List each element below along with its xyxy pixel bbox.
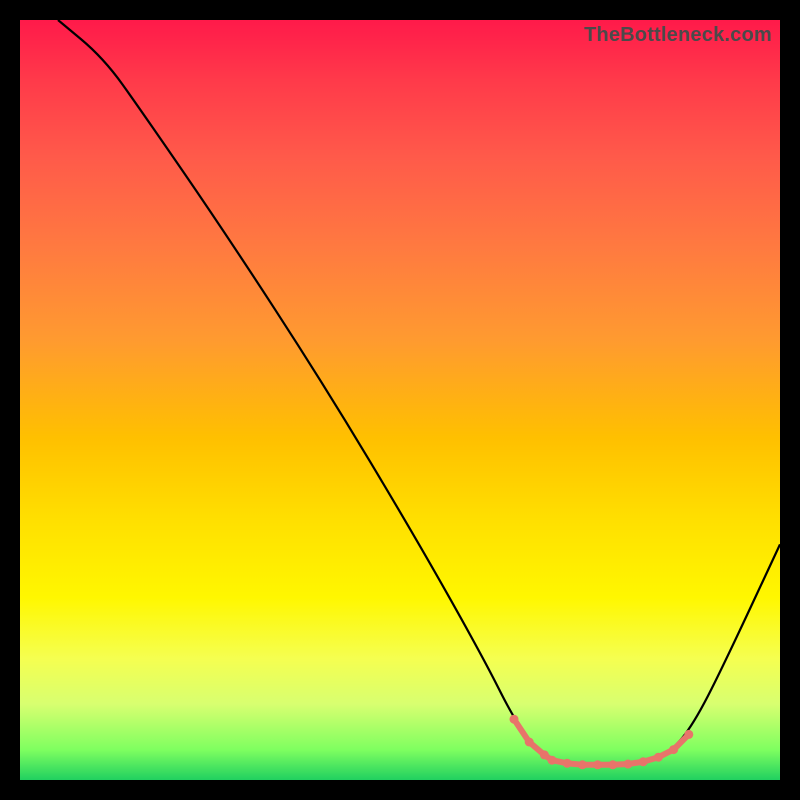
watermark-label: TheBottleneck.com: [584, 24, 772, 47]
chart-plot-area: TheBottleneck.com: [20, 20, 780, 780]
chart-highlight-band: [510, 715, 694, 770]
chart-curve-layer: [20, 20, 780, 780]
chart-curve: [58, 20, 780, 765]
chart-frame: TheBottleneck.com: [0, 0, 800, 800]
